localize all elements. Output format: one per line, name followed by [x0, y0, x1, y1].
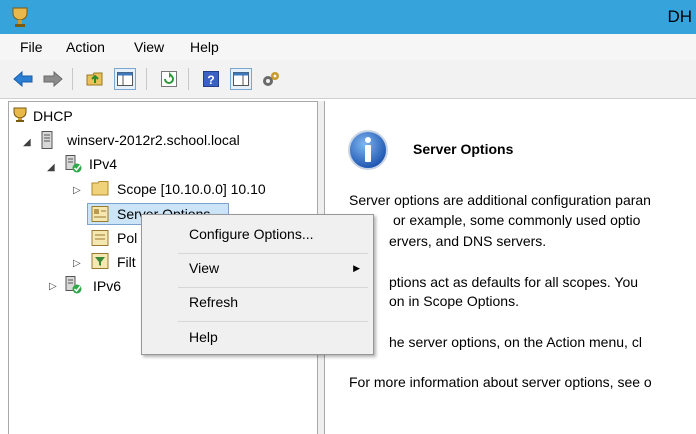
- refresh-icon[interactable]: [158, 68, 180, 90]
- filters-icon: [91, 253, 109, 269]
- detail-text: Server options are additional configurat…: [349, 192, 651, 208]
- help-icon[interactable]: ?: [200, 68, 222, 90]
- menu-item-label: Refresh: [189, 294, 239, 310]
- tree-node-ipv4[interactable]: IPv4: [89, 156, 117, 172]
- dhcp-app-icon: [12, 7, 28, 27]
- detail-title: Server Options: [413, 141, 514, 157]
- menu-item-help[interactable]: Help: [143, 324, 372, 352]
- menu-item-label: Help: [189, 329, 218, 345]
- menu-file[interactable]: File: [20, 39, 43, 55]
- expand-arrow-icon[interactable]: ◢: [23, 137, 31, 148]
- dhcp-trophy-icon: [13, 107, 27, 122]
- toolbar-separator: [146, 68, 147, 90]
- forward-icon[interactable]: [42, 68, 64, 90]
- menu-separator: [178, 287, 368, 288]
- detail-text: ervers, and DNS servers.: [389, 233, 547, 249]
- policies-icon: [91, 230, 109, 246]
- menu-item-configure-options[interactable]: Configure Options...: [143, 221, 372, 249]
- expand-arrow-icon[interactable]: ◢: [47, 162, 55, 173]
- ipv4-icon: [65, 155, 82, 173]
- collapse-arrow-icon[interactable]: ▷: [49, 281, 57, 292]
- show-hide-tree-icon[interactable]: [114, 68, 136, 90]
- window-title: DH: [667, 7, 692, 26]
- server-options-icon: [91, 206, 109, 222]
- configure-icon[interactable]: [260, 68, 282, 90]
- menu-action[interactable]: Action: [66, 39, 105, 55]
- detail-text: on in Scope Options.: [389, 293, 519, 309]
- tree-node-policies[interactable]: Pol: [117, 230, 137, 246]
- menu-separator: [178, 321, 368, 322]
- tree-node-server[interactable]: winserv-2012r2.school.local: [67, 132, 240, 148]
- menu-view[interactable]: View: [134, 39, 164, 55]
- detail-text: ptions act as defaults for all scopes. Y…: [389, 274, 639, 290]
- tree-node-scope[interactable]: Scope [10.10.0.0] 10.10: [117, 181, 266, 197]
- ipv6-icon: [65, 276, 82, 294]
- menu-item-label: View: [189, 260, 220, 276]
- tree-node-filters[interactable]: Filt: [117, 254, 136, 270]
- menu-item-label: Configure Options...: [189, 226, 314, 242]
- menu-item-refresh[interactable]: Refresh: [143, 289, 372, 317]
- toolbar-separator: [72, 68, 73, 90]
- info-icon: [348, 130, 388, 170]
- up-folder-icon[interactable]: [84, 68, 106, 90]
- tree-node-dhcp[interactable]: DHCP: [33, 108, 73, 124]
- collapse-arrow-icon[interactable]: ▷: [73, 258, 81, 269]
- submenu-arrow-icon: ▶: [353, 263, 360, 273]
- collapse-arrow-icon[interactable]: ▷: [73, 185, 81, 196]
- title-bar: DH: [0, 0, 696, 34]
- detail-text: For more information about server option…: [349, 374, 652, 390]
- menu-help[interactable]: Help: [190, 39, 219, 55]
- server-icon: [41, 131, 53, 149]
- toolbar-separator: [188, 68, 189, 90]
- toolbar: ?: [0, 60, 696, 99]
- back-icon[interactable]: [12, 68, 34, 90]
- tree-node-ipv6[interactable]: IPv6: [93, 278, 121, 294]
- menu-bar: File Action View Help: [0, 34, 696, 60]
- details-pane: Server Options Server options are additi…: [324, 101, 696, 434]
- detail-text: or example, some commonly used optio: [393, 212, 641, 228]
- folder-icon: [91, 181, 109, 196]
- detail-text: he server options, on the Action menu, c…: [389, 334, 642, 350]
- menu-item-view[interactable]: View ▶: [143, 255, 372, 283]
- action-pane-icon[interactable]: [230, 68, 252, 90]
- context-menu: Configure Options... View ▶ Refresh Help: [141, 214, 374, 355]
- svg-text:?: ?: [207, 73, 214, 87]
- menu-separator: [178, 253, 368, 254]
